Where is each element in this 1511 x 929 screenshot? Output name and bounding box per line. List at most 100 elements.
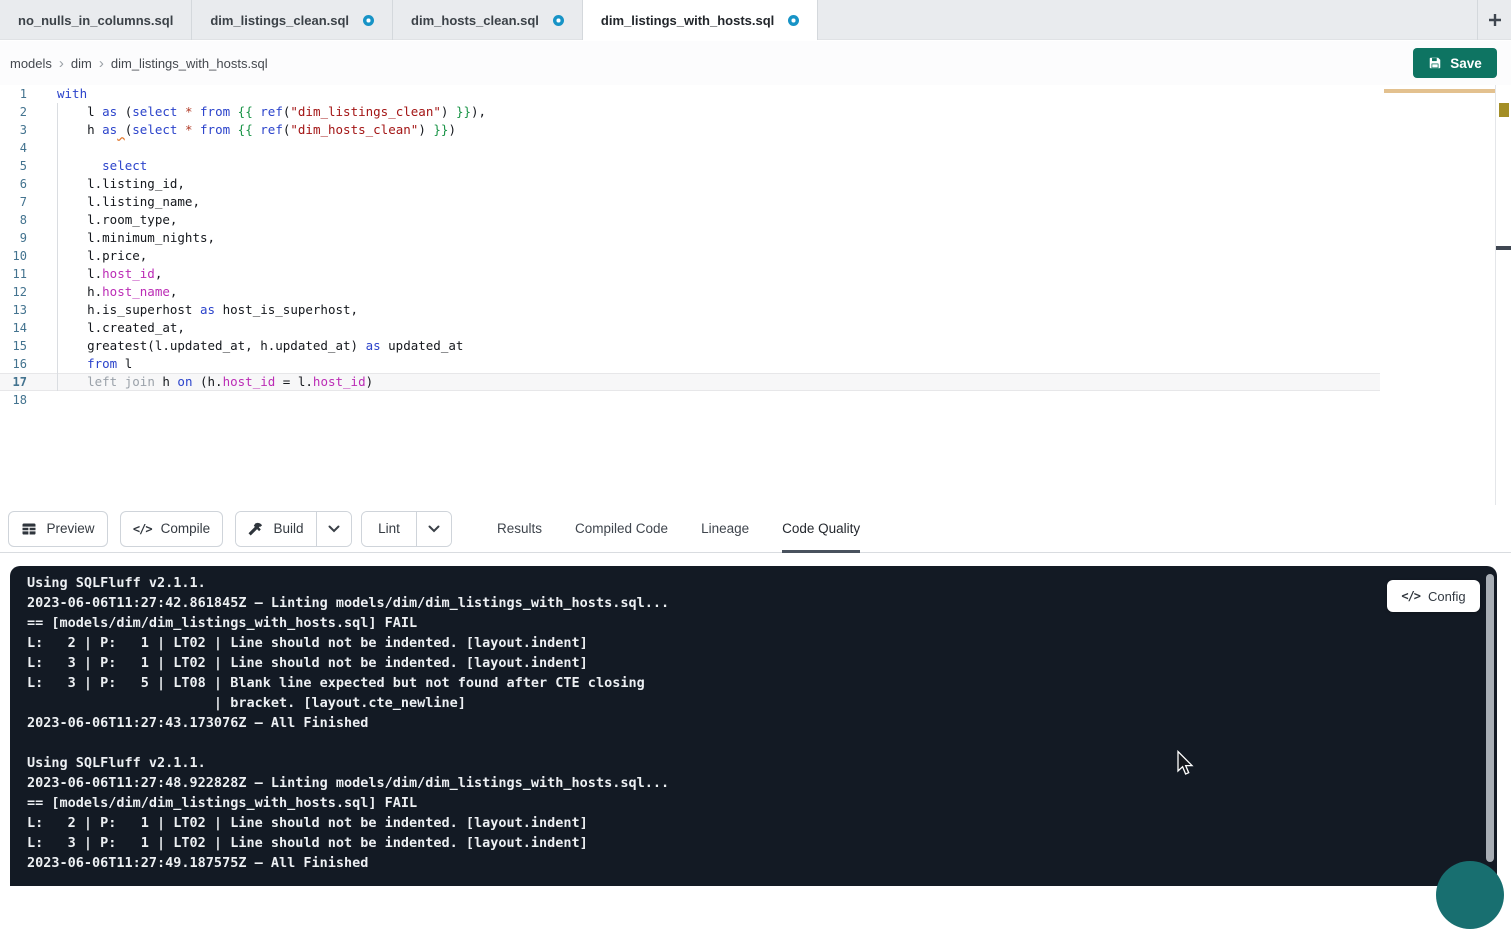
build-split-button: Build [235, 511, 352, 547]
terminal-line: 2023-06-06T11:27:43.173076Z — All Finish… [10, 713, 1497, 733]
breadcrumb-item[interactable]: dim [71, 56, 92, 71]
code-line-text: h.host_name, [40, 283, 177, 301]
code-line: 1with [0, 85, 1380, 103]
line-number: 6 [0, 175, 40, 193]
unsaved-changes-dot [363, 15, 374, 26]
config-button[interactable]: </> Config [1387, 580, 1480, 612]
lint-dropdown-button[interactable] [417, 512, 451, 546]
code-line-text: l.listing_name, [40, 193, 200, 211]
terminal-line: L: 3 | P: 5 | LT08 | Blank line expected… [10, 673, 1497, 693]
code-line-text: l.listing_id, [40, 175, 185, 193]
minimap-line [1384, 130, 1490, 133]
panel-tab-results[interactable]: Results [497, 505, 542, 553]
line-number: 10 [0, 247, 40, 265]
terminal-line: == [models/dim/dim_listings_with_hosts.s… [10, 793, 1497, 813]
chevron-down-icon [428, 525, 440, 533]
panel-tab-code-quality[interactable]: Code Quality [782, 505, 860, 553]
compile-button[interactable]: </> Compile [120, 511, 223, 547]
code-line-text: greatest(l.updated_at, h.updated_at) as … [40, 337, 463, 355]
build-button[interactable]: Build [236, 512, 317, 546]
line-number: 4 [0, 139, 40, 157]
overview-cursor-marker [1496, 246, 1511, 250]
code-line: 6 l.listing_id, [0, 175, 1380, 193]
line-number: 14 [0, 319, 40, 337]
editor-tab-1[interactable]: no_nulls_in_columns.sql [0, 0, 192, 40]
save-button[interactable]: Save [1413, 48, 1497, 78]
code-line: 15 greatest(l.updated_at, h.updated_at) … [0, 337, 1380, 355]
terminal-line: L: 2 | P: 1 | LT02 | Line should not be … [10, 813, 1497, 833]
breadcrumb: models › dim › dim_listings_with_hosts.sql [10, 55, 268, 72]
minimap[interactable]: with l as (select * from {{ ref("dim_lis… [1384, 87, 1490, 227]
tab-label: dim_listings_with_hosts.sql [601, 13, 774, 28]
lint-log: Using SQLFluff v2.1.1. 2023-06-06T11:27:4… [10, 566, 1497, 873]
save-floppy-icon [1428, 56, 1442, 70]
code-line-text [40, 139, 57, 157]
line-number: 11 [0, 265, 40, 283]
tab-label: dim_listings_clean.sql [210, 13, 349, 28]
code-line-text: h as (select * from {{ ref("dim_hosts_cl… [40, 121, 456, 139]
lint-split-button: Lint [361, 511, 452, 547]
tab-strip: no_nulls_in_columns.sql dim_listings_clea… [0, 0, 818, 39]
line-number: 1 [0, 85, 40, 103]
editor-tab-3[interactable]: dim_hosts_clean.sql [393, 0, 583, 40]
breadcrumb-separator-icon: › [99, 55, 104, 72]
editor-tab-2[interactable]: dim_listings_clean.sql [192, 0, 393, 40]
code-line: 17 left join h on (h.host_id = l.host_id… [0, 373, 1380, 391]
code-brackets-icon: </> [1401, 589, 1420, 603]
dbt-cloud-ide: { "tab_bar": { "tabs": [ { "label": "no_… [0, 0, 1511, 875]
line-number: 15 [0, 337, 40, 355]
terminal-line: 2023-06-06T11:27:48.922828Z — Linting mo… [10, 773, 1497, 793]
panel-tab-lineage[interactable]: Lineage [701, 505, 749, 553]
code-editor[interactable]: 1with2 l as (select * from {{ ref("dim_l… [0, 85, 1380, 409]
line-number: 5 [0, 157, 40, 175]
code-line: 9 l.minimum_nights, [0, 229, 1380, 247]
code-line: 4 [0, 139, 1380, 157]
line-number: 13 [0, 301, 40, 319]
lint-button[interactable]: Lint [362, 512, 417, 546]
preview-button[interactable]: Preview [8, 511, 108, 547]
plus-icon [1487, 12, 1503, 28]
code-line-text: l.minimum_nights, [40, 229, 215, 247]
code-line-text: l.host_id, [40, 265, 162, 283]
line-number: 12 [0, 283, 40, 301]
breadcrumb-item[interactable]: dim_listings_with_hosts.sql [111, 56, 268, 71]
build-dropdown-button[interactable] [317, 512, 351, 546]
terminal-line: Using SQLFluff v2.1.1. [10, 573, 1497, 593]
line-number: 9 [0, 229, 40, 247]
terminal-line: L: 2 | P: 1 | LT02 | Line should not be … [10, 633, 1497, 653]
line-number: 16 [0, 355, 40, 373]
line-number: 18 [0, 391, 40, 409]
terminal-line: | bracket. [layout.cte_newline] [10, 693, 1497, 713]
code-line: 2 l as (select * from {{ ref("dim_listin… [0, 103, 1380, 121]
line-number: 17 [0, 373, 40, 391]
tab-label: no_nulls_in_columns.sql [18, 13, 173, 28]
breadcrumb-separator-icon: › [59, 55, 64, 72]
preview-button-label: Preview [46, 521, 94, 536]
editor-tab-4[interactable]: dim_listings_with_hosts.sql [583, 0, 818, 40]
code-line: 12 h.host_name, [0, 283, 1380, 301]
chevron-down-icon [328, 525, 340, 533]
terminal-scrollbar-thumb[interactable] [1486, 574, 1494, 862]
unsaved-changes-dot [788, 15, 799, 26]
action-bar: Preview </> Compile Build Lint Results Co… [0, 505, 1511, 553]
code-line: 8 l.room_type, [0, 211, 1380, 229]
unsaved-changes-dot [553, 15, 564, 26]
build-button-label: Build [273, 521, 303, 536]
overview-warning-marker [1499, 103, 1509, 117]
code-line-text: from l [40, 355, 132, 373]
chat-bubble-button[interactable] [1436, 861, 1504, 929]
code-line: 14 l.created_at, [0, 319, 1380, 337]
code-line-text: l as (select * from {{ ref("dim_listings… [40, 103, 486, 121]
panel-tab-compiled-code[interactable]: Compiled Code [575, 505, 668, 553]
code-quality-output-panel[interactable]: Using SQLFluff v2.1.1. 2023-06-06T11:27:4… [10, 566, 1497, 886]
new-tab-button[interactable] [1477, 0, 1511, 40]
code-brackets-icon: </> [133, 522, 152, 536]
file-header-bar: models › dim › dim_listings_with_hosts.sql S… [0, 41, 1511, 85]
tab-label: dim_hosts_clean.sql [411, 13, 539, 28]
code-line: 5 select [0, 157, 1380, 175]
breadcrumb-item[interactable]: models [10, 56, 52, 71]
code-line: 18 [0, 391, 1380, 409]
line-number: 2 [0, 103, 40, 121]
code-line: 7 l.listing_name, [0, 193, 1380, 211]
code-line-text [40, 391, 57, 409]
